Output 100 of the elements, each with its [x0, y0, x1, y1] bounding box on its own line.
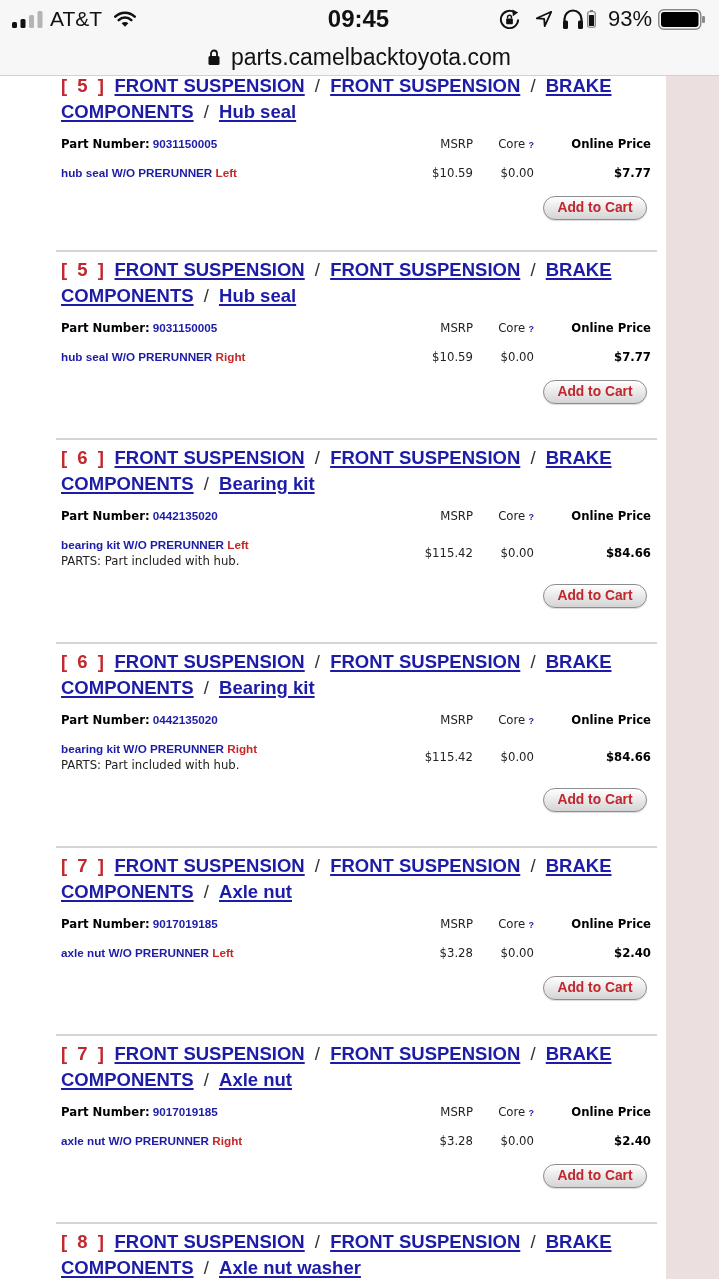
- part-side-label: Right: [227, 742, 258, 755]
- msrp-value: $3.28: [439, 1134, 473, 1148]
- breadcrumb-link[interactable]: FRONT SUSPENSION: [114, 448, 305, 468]
- breadcrumb-link[interactable]: Hub seal: [219, 102, 297, 122]
- breadcrumb-separator: /: [530, 448, 536, 468]
- add-to-cart-button[interactable]: Add to Cart: [543, 584, 647, 608]
- breadcrumb-link[interactable]: COMPONENTS: [61, 1070, 194, 1090]
- add-to-cart-button[interactable]: Add to Cart: [543, 788, 647, 812]
- online-price-value: $2.40: [614, 1134, 651, 1148]
- small-battery-icon: [586, 10, 596, 28]
- breadcrumb-link[interactable]: FRONT SUSPENSION: [330, 260, 521, 280]
- breadcrumb-link[interactable]: BRAKE: [545, 652, 612, 672]
- core-value: $0.00: [500, 750, 534, 764]
- part-number-link[interactable]: 0442135020: [152, 509, 218, 522]
- core-help-link[interactable]: ?: [528, 919, 534, 930]
- breadcrumb-link[interactable]: FRONT SUSPENSION: [330, 448, 521, 468]
- part-note: PARTS: Part included with hub.: [61, 554, 240, 568]
- add-to-cart-button[interactable]: Add to Cart: [543, 196, 647, 220]
- add-to-cart-button[interactable]: Add to Cart: [543, 380, 647, 404]
- part-number-label: Part Number:: [61, 917, 150, 931]
- breadcrumb-link[interactable]: FRONT SUSPENSION: [114, 260, 305, 280]
- price-header: Online Price: [571, 137, 651, 151]
- breadcrumb-link[interactable]: FRONT SUSPENSION: [330, 1044, 521, 1064]
- breadcrumb-link[interactable]: COMPONENTS: [61, 1258, 194, 1278]
- clock-time: 09:45: [327, 5, 390, 33]
- breadcrumb-separator: /: [203, 882, 209, 902]
- part-description-link[interactable]: bearing kit W/O PRERUNNER: [61, 742, 224, 755]
- part-number-link[interactable]: 0442135020: [152, 713, 218, 726]
- breadcrumb-separator: /: [314, 856, 320, 876]
- add-to-cart-button[interactable]: Add to Cart: [543, 1164, 647, 1188]
- breadcrumb-link[interactable]: FRONT SUSPENSION: [330, 856, 521, 876]
- breadcrumb-separator: /: [203, 1070, 209, 1090]
- breadcrumb-link[interactable]: FRONT SUSPENSION: [114, 856, 305, 876]
- core-value: $0.00: [500, 166, 534, 180]
- price-header: Online Price: [571, 713, 651, 727]
- breadcrumb-link[interactable]: COMPONENTS: [61, 882, 194, 902]
- item-number: [ 5 ]: [61, 260, 107, 280]
- price-header: Online Price: [571, 917, 651, 931]
- breadcrumb-separator: /: [530, 1044, 536, 1064]
- core-value: $0.00: [500, 350, 534, 364]
- breadcrumb-separator: /: [203, 678, 209, 698]
- breadcrumb-link[interactable]: FRONT SUSPENSION: [330, 76, 521, 96]
- core-help-link[interactable]: ?: [528, 511, 534, 522]
- part-description-link[interactable]: axle nut W/O PRERUNNER: [61, 946, 210, 959]
- part-description-link[interactable]: hub seal W/O PRERUNNER: [61, 166, 213, 179]
- core-value: $0.00: [500, 546, 534, 560]
- breadcrumb-link[interactable]: Hub seal: [219, 286, 297, 306]
- item-number: [ 6 ]: [61, 448, 107, 468]
- breadcrumb-link[interactable]: Axle nut: [219, 882, 292, 902]
- breadcrumb-link[interactable]: COMPONENTS: [61, 102, 194, 122]
- location-arrow-icon: [534, 10, 553, 28]
- breadcrumb-link[interactable]: Axle nut washer: [219, 1258, 361, 1278]
- price-header: Online Price: [571, 321, 651, 335]
- breadcrumb-separator: /: [314, 76, 320, 96]
- item-number: [ 7 ]: [61, 1044, 107, 1064]
- breadcrumb-link[interactable]: Bearing kit: [219, 474, 315, 494]
- msrp-header: MSRP: [440, 713, 473, 727]
- breadcrumb-link[interactable]: BRAKE: [545, 1232, 612, 1252]
- core-help-link[interactable]: ?: [528, 715, 534, 726]
- breadcrumb-link[interactable]: FRONT SUSPENSION: [114, 652, 305, 672]
- breadcrumb-link[interactable]: BRAKE: [545, 448, 612, 468]
- part-number-label: Part Number:: [61, 1105, 150, 1119]
- part-description-link[interactable]: axle nut W/O PRERUNNER: [61, 1134, 210, 1147]
- core-help-link[interactable]: ?: [528, 1107, 534, 1118]
- breadcrumb-link[interactable]: BRAKE: [545, 856, 612, 876]
- part-note: PARTS: Part included with hub.: [61, 758, 240, 772]
- part-number-link[interactable]: 9031150005: [152, 137, 218, 150]
- breadcrumb-link[interactable]: FRONT SUSPENSION: [114, 1044, 305, 1064]
- breadcrumb-link[interactable]: FRONT SUSPENSION: [114, 76, 305, 96]
- breadcrumb-link[interactable]: BRAKE: [545, 260, 612, 280]
- breadcrumb-separator: /: [203, 1258, 209, 1278]
- msrp-value: $115.42: [424, 750, 473, 764]
- part-number-link[interactable]: 9017019185: [152, 1105, 218, 1118]
- part-description-link[interactable]: bearing kit W/O PRERUNNER: [61, 538, 224, 551]
- breadcrumb-link[interactable]: BRAKE: [545, 1044, 612, 1064]
- core-header: Core: [498, 320, 526, 335]
- breadcrumb-link[interactable]: COMPONENTS: [61, 678, 194, 698]
- breadcrumb-link[interactable]: FRONT SUSPENSION: [114, 1232, 305, 1252]
- core-help-link[interactable]: ?: [528, 323, 534, 334]
- online-price-value: $2.40: [614, 946, 651, 960]
- part-number-link[interactable]: 9017019185: [152, 917, 218, 930]
- core-value: $0.00: [500, 946, 534, 960]
- msrp-value: $115.42: [424, 546, 473, 560]
- breadcrumb-link[interactable]: Axle nut: [219, 1070, 292, 1090]
- breadcrumb-link[interactable]: FRONT SUSPENSION: [330, 1232, 521, 1252]
- core-help-link[interactable]: ?: [528, 139, 534, 150]
- msrp-header: MSRP: [440, 321, 473, 335]
- part-number-link[interactable]: 9031150005: [152, 321, 218, 334]
- add-to-cart-button[interactable]: Add to Cart: [543, 976, 647, 1000]
- part-description-link[interactable]: hub seal W/O PRERUNNER: [61, 350, 213, 363]
- breadcrumb-link[interactable]: COMPONENTS: [61, 474, 194, 494]
- part-side-label: Left: [212, 946, 234, 959]
- breadcrumb-link[interactable]: FRONT SUSPENSION: [330, 652, 521, 672]
- breadcrumb-link[interactable]: Bearing kit: [219, 678, 315, 698]
- url-text: parts.camelbacktoyota.com: [231, 42, 511, 71]
- online-price-value: $7.77: [614, 350, 651, 364]
- carrier-name: AT&T: [50, 7, 103, 31]
- breadcrumb-link[interactable]: COMPONENTS: [61, 286, 194, 306]
- part-number-label: Part Number:: [61, 509, 150, 523]
- breadcrumb-link[interactable]: BRAKE: [545, 76, 612, 96]
